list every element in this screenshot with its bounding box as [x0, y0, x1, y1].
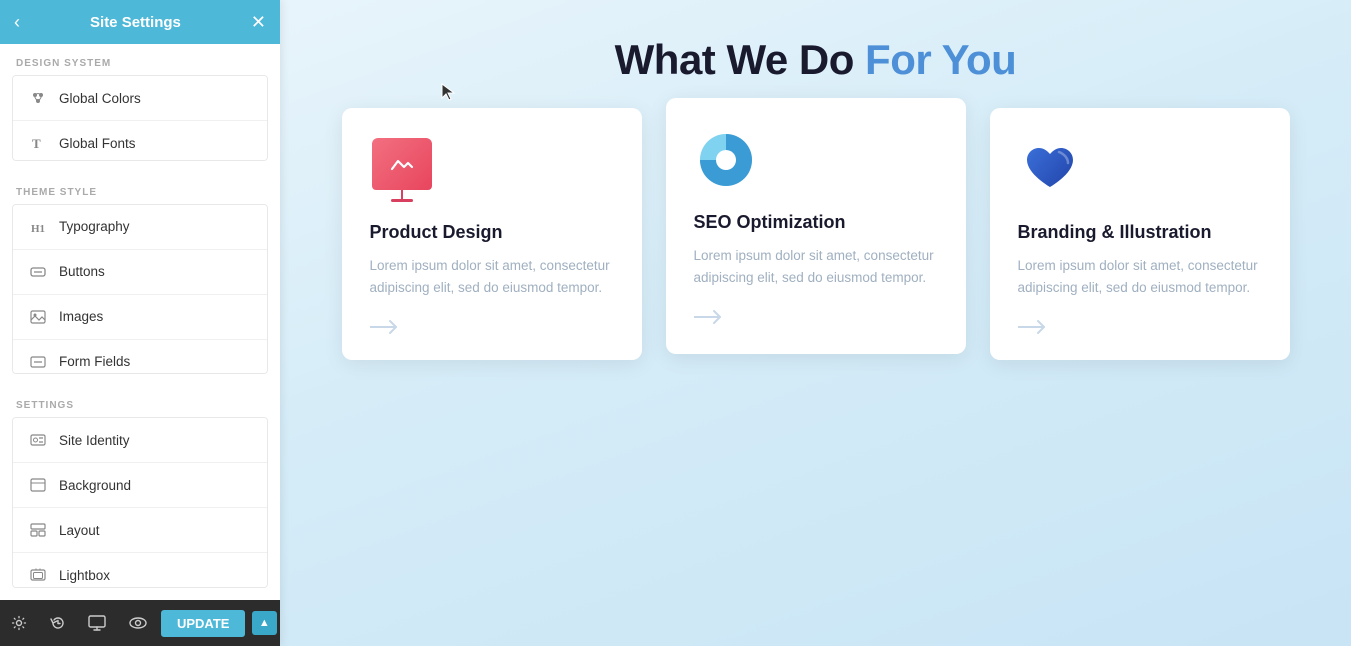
- sidebar-item-form-fields[interactable]: Form Fields: [13, 340, 267, 375]
- sidebar: ‹ Site Settings ✕ DESIGN SYSTEM Global C…: [0, 0, 280, 646]
- card-seo-optimization: SEO Optimization Lorem ipsum dolor sit a…: [666, 98, 966, 354]
- sidebar-header: ‹ Site Settings ✕: [0, 0, 280, 44]
- lightbox-icon: [27, 564, 49, 586]
- sidebar-close-button[interactable]: ✕: [251, 12, 266, 33]
- card-text-product-design: Lorem ipsum dolor sit amet, consectetur …: [370, 255, 614, 298]
- lightbox-label: Lightbox: [59, 568, 110, 583]
- settings-group: Site Identity Background Layout: [12, 417, 268, 588]
- sidebar-item-site-identity[interactable]: Site Identity: [13, 418, 267, 463]
- section-label-theme-style: THEME STYLE: [0, 173, 280, 204]
- card-title-seo: SEO Optimization: [694, 212, 938, 233]
- form-fields-label: Form Fields: [59, 354, 130, 369]
- card-text-seo: Lorem ipsum dolor sit amet, consectetur …: [694, 245, 938, 288]
- sidebar-title: Site Settings: [20, 14, 251, 31]
- main-title: What We Do For You: [615, 36, 1017, 84]
- seo-icon-wrap: [694, 128, 758, 192]
- card-title-branding: Branding & Illustration: [1018, 222, 1262, 243]
- images-label: Images: [59, 309, 103, 324]
- design-system-group: Global Colors T Global Fonts: [12, 75, 268, 161]
- sidebar-item-layout[interactable]: Layout: [13, 508, 267, 553]
- image-icon: [27, 306, 49, 328]
- section-label-design-system: DESIGN SYSTEM: [0, 44, 280, 75]
- sidebar-item-global-colors[interactable]: Global Colors: [13, 76, 267, 121]
- site-identity-label: Site Identity: [59, 433, 130, 448]
- card-title-product-design: Product Design: [370, 222, 614, 243]
- pie-chart-icon: [697, 131, 755, 189]
- layout-label: Layout: [59, 523, 100, 538]
- theme-style-group: H1 Typography Buttons Image: [12, 204, 268, 375]
- section-label-settings: SETTINGS: [0, 386, 280, 417]
- sidebar-item-buttons[interactable]: Buttons: [13, 250, 267, 295]
- update-button[interactable]: UPDATE: [161, 610, 245, 637]
- font-icon: T: [27, 132, 49, 154]
- card-arrow-product-design: [370, 318, 614, 336]
- branding-icon-wrap: [1018, 138, 1082, 202]
- desktop-bottom-button[interactable]: [80, 609, 114, 637]
- card-text-branding: Lorem ipsum dolor sit amet, consectetur …: [1018, 255, 1262, 298]
- board-icon-body: [372, 138, 432, 190]
- svg-text:H1: H1: [31, 223, 45, 235]
- form-icon: [27, 351, 49, 373]
- card-branding: Branding & Illustration Lorem ipsum dolo…: [990, 108, 1290, 360]
- settings-bottom-button[interactable]: [3, 609, 35, 637]
- board-stand: [401, 190, 403, 199]
- cursor-indicator: [440, 82, 456, 98]
- sidebar-bottom-bar: UPDATE ▲: [0, 600, 280, 646]
- typography-label: Typography: [59, 219, 130, 234]
- global-colors-label: Global Colors: [59, 91, 141, 106]
- layout-icon: [27, 519, 49, 541]
- heading-icon: H1: [27, 216, 49, 238]
- main-header: What We Do For You: [595, 0, 1037, 108]
- card-product-design: Product Design Lorem ipsum dolor sit ame…: [342, 108, 642, 360]
- main-title-accent: For You: [865, 36, 1016, 83]
- id-icon: [27, 429, 49, 451]
- global-fonts-label: Global Fonts: [59, 136, 136, 151]
- button-icon: [27, 261, 49, 283]
- product-design-icon-wrap: [370, 138, 434, 202]
- update-caret-button[interactable]: ▲: [252, 611, 277, 635]
- sidebar-item-background[interactable]: Background: [13, 463, 267, 508]
- board-icon: [372, 138, 432, 202]
- main-content: What We Do For You Product Design Lorem …: [280, 0, 1351, 646]
- background-label: Background: [59, 478, 131, 493]
- main-title-text: What We Do: [615, 36, 865, 83]
- sidebar-item-images[interactable]: Images: [13, 295, 267, 340]
- preview-bottom-button[interactable]: [121, 609, 155, 637]
- buttons-label: Buttons: [59, 264, 105, 279]
- sidebar-item-typography[interactable]: H1 Typography: [13, 205, 267, 250]
- history-bottom-button[interactable]: [42, 609, 74, 637]
- palette-icon: [27, 87, 49, 109]
- sidebar-item-lightbox[interactable]: Lightbox: [13, 553, 267, 588]
- board-feet: [391, 199, 413, 202]
- card-arrow-branding: [1018, 318, 1262, 336]
- card-arrow-seo: [694, 308, 938, 326]
- svg-text:T: T: [32, 136, 41, 151]
- background-icon: [27, 474, 49, 496]
- heart-icon: [1021, 141, 1079, 199]
- sidebar-item-global-fonts[interactable]: T Global Fonts: [13, 121, 267, 161]
- cards-row: Product Design Lorem ipsum dolor sit ame…: [280, 108, 1351, 360]
